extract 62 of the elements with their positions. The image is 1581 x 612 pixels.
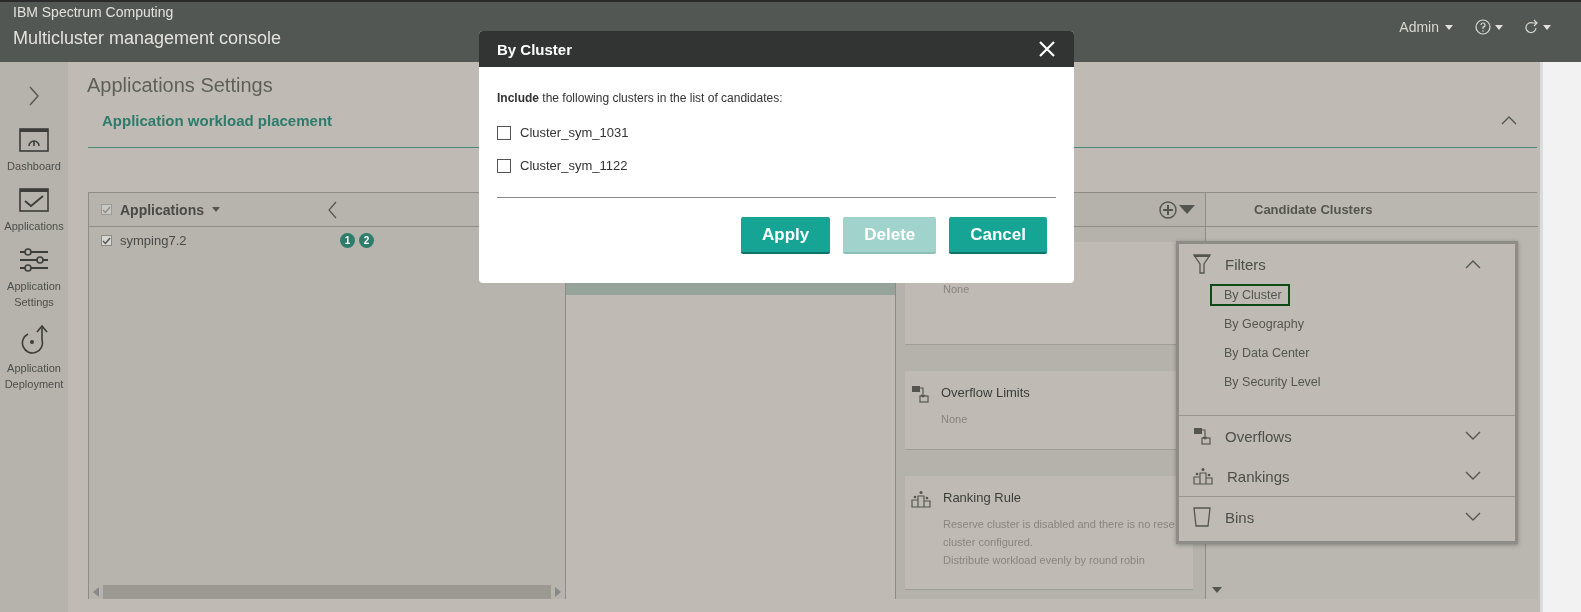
cluster-label[interactable]: Cluster_sym_1031 <box>520 125 629 140</box>
menu-item[interactable]: By Security Level <box>1210 371 1329 393</box>
sidebar-item[interactable]: Dashboard <box>7 158 61 174</box>
menu-item[interactable]: By Cluster <box>1210 284 1290 306</box>
sidebar-item[interactable]: Application Settings <box>0 278 68 310</box>
dialog-button[interactable]: Cancel <box>949 217 1047 254</box>
app-title: Multicluster management console <box>13 28 283 49</box>
brand-name: IBM Spectrum Computing <box>13 4 175 20</box>
add-icon[interactable] <box>1159 200 1177 219</box>
cluster-checkbox[interactable] <box>497 158 511 173</box>
dialog-instruction: Include the following clusters in the list of candidates: <box>497 91 784 105</box>
chevron-down-icon[interactable] <box>1465 471 1481 481</box>
cluster-label[interactable]: Cluster_sym_1122 <box>520 158 628 173</box>
user-menu[interactable]: Admin <box>1399 19 1439 35</box>
overflow-icon <box>911 385 929 403</box>
count-badge: 2 <box>359 233 374 248</box>
application-name[interactable]: symping7.2 <box>120 233 332 248</box>
filter-icon <box>1193 254 1211 274</box>
sidebar-item[interactable]: Applications <box>4 218 64 234</box>
row-checkbox[interactable] <box>101 235 112 246</box>
caret-icon <box>1495 24 1503 30</box>
sliders-icon[interactable] <box>19 248 49 272</box>
menu-item[interactable]: By Data Center <box>1210 342 1318 364</box>
deploy-icon[interactable] <box>20 324 48 354</box>
chevron-up-icon[interactable] <box>1465 259 1481 269</box>
overflow-icon <box>1193 427 1211 445</box>
cluster-checkbox[interactable] <box>497 125 511 140</box>
refresh-icon[interactable] <box>1525 19 1539 35</box>
caret-icon <box>1543 24 1551 30</box>
dashboard-icon[interactable] <box>19 128 49 152</box>
monitor-chart-icon[interactable] <box>19 188 49 212</box>
chevron-down-icon[interactable] <box>1465 512 1481 522</box>
dialog-title: By Cluster <box>497 40 573 58</box>
panel-title: Applications <box>120 201 204 218</box>
panel-title: Candidate Clusters <box>1254 202 1373 217</box>
menu-section[interactable]: Rankings <box>1227 467 1290 485</box>
podium-icon <box>1193 467 1213 485</box>
count-badge: 1 <box>340 233 355 248</box>
chevron-down-icon[interactable] <box>1465 431 1481 441</box>
chevron-up-icon[interactable] <box>1501 115 1517 125</box>
help-icon[interactable] <box>1475 19 1491 35</box>
chevron-left-icon[interactable] <box>328 200 337 219</box>
menu-section[interactable]: Filters <box>1225 255 1266 273</box>
section-title: Application workload placement <box>102 111 333 129</box>
close-icon[interactable] <box>1038 40 1056 58</box>
caret-icon <box>212 207 220 212</box>
caret-icon <box>1445 24 1453 30</box>
dialog-button[interactable]: Apply <box>741 217 831 254</box>
menu-item[interactable]: By Geography <box>1210 313 1312 335</box>
menu-section[interactable]: Bins <box>1225 508 1255 526</box>
chevron-right-icon[interactable] <box>29 86 39 106</box>
sidebar-item[interactable]: Application Deployment <box>0 360 68 392</box>
bin-icon <box>1193 507 1211 527</box>
rule-title: Ranking Rule <box>943 490 1023 505</box>
caret-icon[interactable] <box>1179 205 1195 214</box>
caret-icon[interactable] <box>1212 587 1222 593</box>
rule-title: Overflow Limits <box>941 385 1030 400</box>
select-all-checkbox[interactable] <box>101 204 112 215</box>
podium-icon <box>911 490 931 508</box>
menu-section[interactable]: Overflows <box>1225 427 1292 445</box>
page-title: Applications Settings <box>87 74 274 97</box>
scrollbar-thumb[interactable] <box>103 585 551 599</box>
